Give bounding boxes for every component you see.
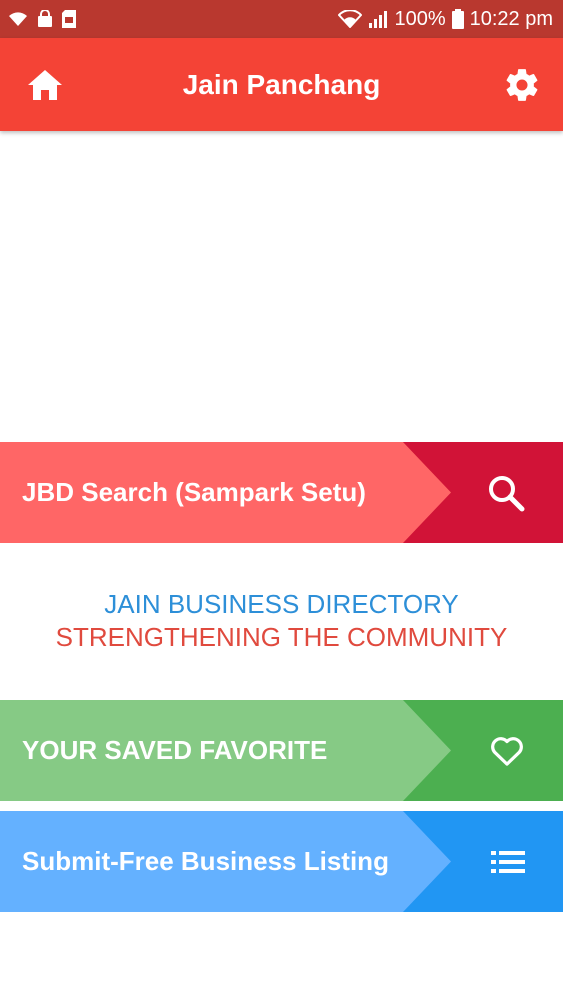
- directory-tagline: JAIN BUSINESS DIRECTORY STRENGTHENING TH…: [0, 588, 563, 654]
- battery-percent: 100%: [394, 7, 446, 30]
- sim-card-icon: [62, 10, 76, 28]
- wifi-signal-icon: [338, 10, 363, 28]
- status-time: 10:22 pm: [469, 7, 553, 30]
- tagline-line1: JAIN BUSINESS DIRECTORY: [104, 589, 459, 619]
- app-bar: Jain Panchang: [0, 38, 563, 131]
- home-button[interactable]: [24, 64, 66, 106]
- saved-favorites-button[interactable]: YOUR SAVED FAVORITE: [0, 700, 563, 801]
- list-icon: [491, 850, 525, 874]
- cell-signal-icon: [368, 10, 388, 28]
- gear-icon: [503, 66, 541, 104]
- settings-button[interactable]: [501, 64, 543, 106]
- heart-icon: [489, 735, 525, 767]
- jbd-search-button[interactable]: JBD Search (Sampark Setu): [0, 442, 563, 543]
- status-bar: 100% 10:22 pm: [0, 0, 563, 38]
- status-system: 100% 10:22 pm: [338, 8, 553, 31]
- home-icon: [26, 68, 64, 102]
- tagline-line2: STRENGTHENING THE COMMUNITY: [55, 622, 508, 652]
- favorites-banner-label: YOUR SAVED FAVORITE: [22, 735, 328, 765]
- search-icon: [487, 474, 525, 512]
- shopping-bag-icon: [36, 10, 54, 28]
- search-banner-label: JBD Search (Sampark Setu): [22, 477, 366, 507]
- submit-listing-button[interactable]: Submit-Free Business Listing: [0, 811, 563, 912]
- page-title: Jain Panchang: [182, 68, 381, 100]
- submit-banner-label: Submit-Free Business Listing: [22, 846, 389, 876]
- battery-icon: [451, 9, 464, 29]
- wifi-icon: [8, 11, 28, 27]
- status-notifications: [8, 10, 76, 28]
